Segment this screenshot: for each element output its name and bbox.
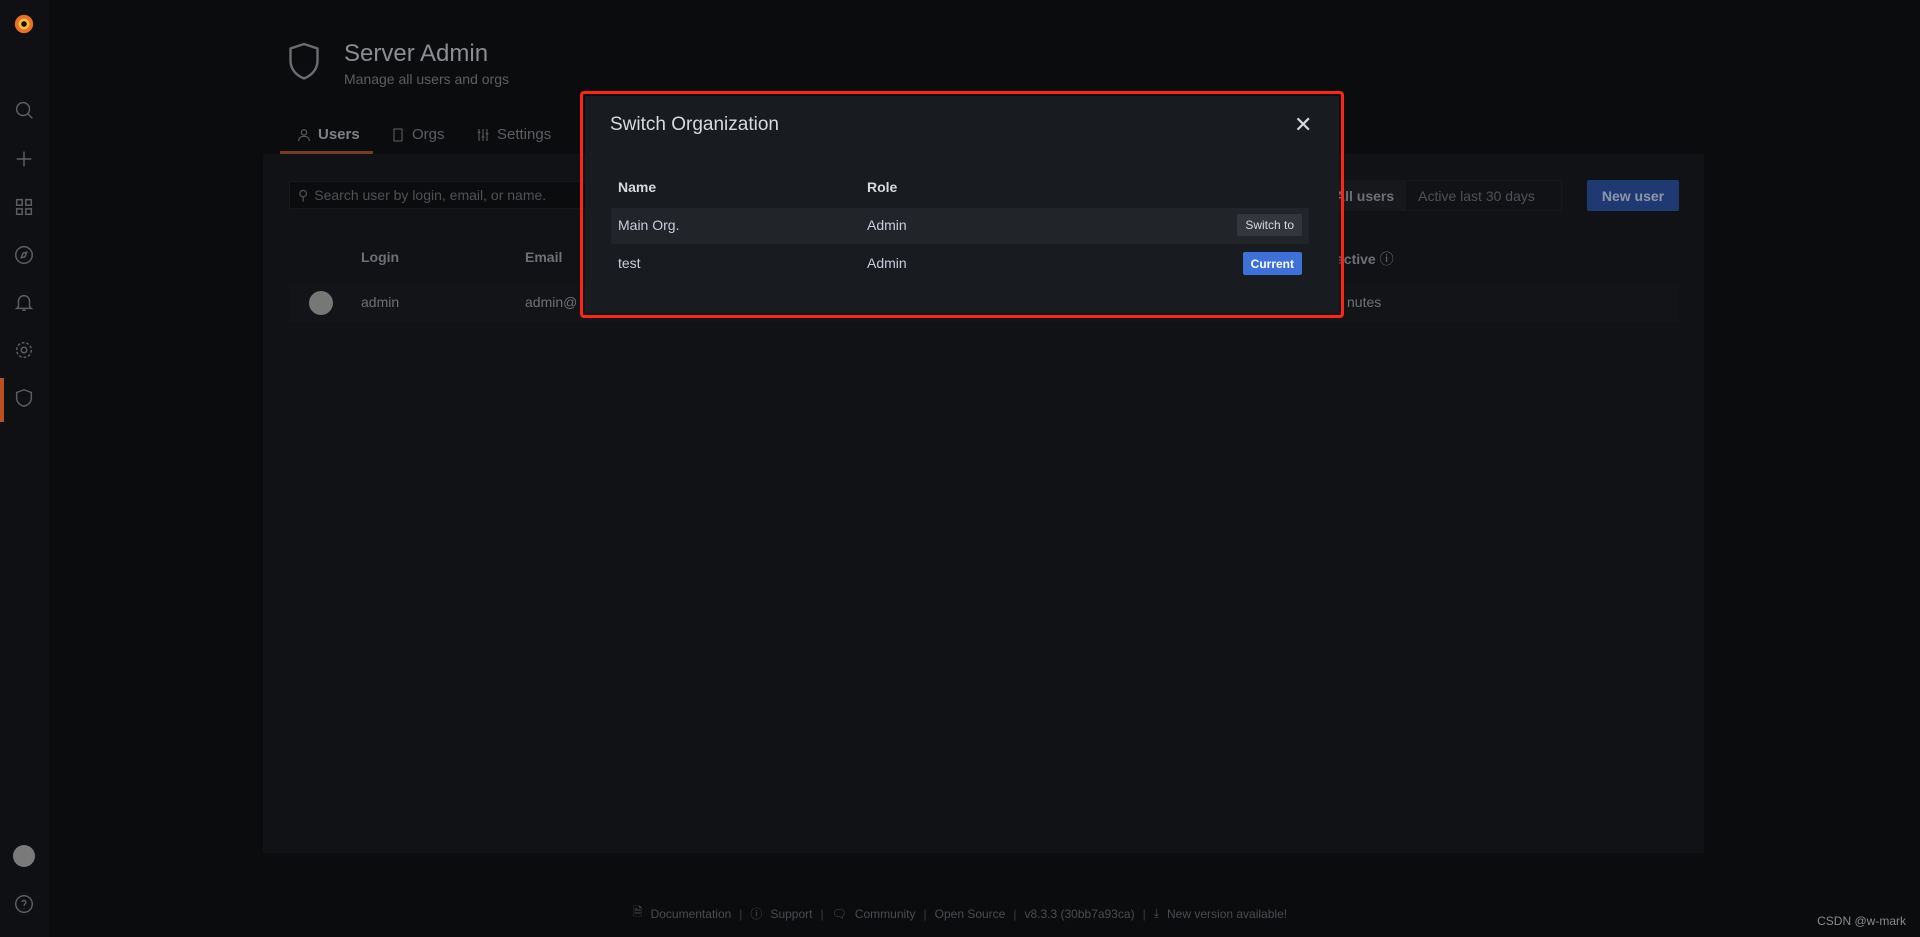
org-name: Main Org. — [618, 217, 680, 233]
current-badge: Current — [1242, 252, 1302, 275]
doc-icon: 🗎 — [632, 905, 643, 919]
community-icon: 🗨 — [831, 906, 847, 921]
tab-orgs[interactable]: Orgs — [390, 126, 445, 143]
active-indicator — [0, 378, 4, 422]
col-last-active: active ⓘ — [1336, 251, 1394, 267]
org-role: Admin — [867, 217, 907, 233]
watermark: CSDN @w-mark — [1817, 914, 1906, 928]
support-icon: ⓘ — [750, 907, 763, 921]
compass-icon[interactable] — [12, 243, 36, 267]
col-name: Name — [618, 179, 657, 195]
page-subtitle: Manage all users and orgs — [344, 71, 509, 87]
building-icon — [393, 127, 403, 142]
org-name: test — [618, 255, 641, 271]
shield-icon[interactable] — [12, 386, 36, 410]
download-icon: ⤓ — [1153, 906, 1160, 920]
tab-settings[interactable]: Settings — [475, 126, 551, 143]
footer-support[interactable]: Support — [770, 907, 812, 921]
info-icon: ⓘ — [1379, 251, 1394, 267]
close-icon[interactable]: ✕ — [1294, 112, 1312, 138]
page-title: Server Admin — [344, 40, 489, 67]
footer-version: v8.3.3 (30bb7a93ca) — [1024, 906, 1135, 921]
col-login: Login — [361, 249, 400, 265]
user-icon — [298, 128, 310, 141]
filter-active-30-days[interactable]: Active last 30 days — [1406, 181, 1547, 210]
user-last-active: nutes — [1347, 294, 1382, 310]
footer-documentation[interactable]: Documentation — [651, 907, 732, 921]
footer-open-source[interactable]: Open Source — [935, 907, 1006, 921]
footer: 🗎 Documentation | ⓘ Support | 🗨 Community | Op… — [0, 903, 1920, 924]
grafana-logo-icon[interactable] — [12, 12, 36, 36]
sliders-icon — [477, 128, 489, 141]
plus-icon[interactable] — [12, 147, 36, 171]
user-email[interactable]: admin@ — [525, 294, 577, 310]
shield-icon — [289, 42, 319, 80]
org-row: test Admin Current — [611, 246, 1309, 282]
modal-title: Switch Organization — [610, 114, 779, 135]
avatar — [309, 291, 333, 315]
footer-new-version[interactable]: New version available! — [1167, 907, 1287, 921]
tab-users[interactable]: Users — [296, 126, 360, 143]
user-filter[interactable]: All users Active last 30 days — [1322, 180, 1562, 211]
footer-community[interactable]: Community — [855, 907, 916, 921]
user-avatar[interactable] — [12, 844, 36, 868]
switch-to-button[interactable]: Switch to — [1237, 214, 1302, 236]
dashboards-icon[interactable] — [12, 195, 36, 219]
gear-icon[interactable] — [12, 338, 36, 362]
bell-icon[interactable] — [12, 290, 36, 314]
search-input[interactable]: ⚲ Search user by login, email, or name. — [289, 181, 609, 209]
user-login[interactable]: admin — [361, 294, 399, 310]
col-role: Role — [867, 179, 898, 195]
col-email: Email — [525, 249, 563, 265]
switch-organization-modal: Switch Organization ✕ Name Role Main Org… — [585, 96, 1339, 313]
new-user-button[interactable]: New user — [1587, 180, 1679, 211]
search-icon: ⚲ — [298, 186, 309, 203]
org-role: Admin — [867, 255, 907, 271]
search-icon[interactable] — [12, 98, 36, 122]
org-row: Main Org. Admin Switch to — [611, 208, 1309, 244]
sidebar — [0, 0, 49, 937]
